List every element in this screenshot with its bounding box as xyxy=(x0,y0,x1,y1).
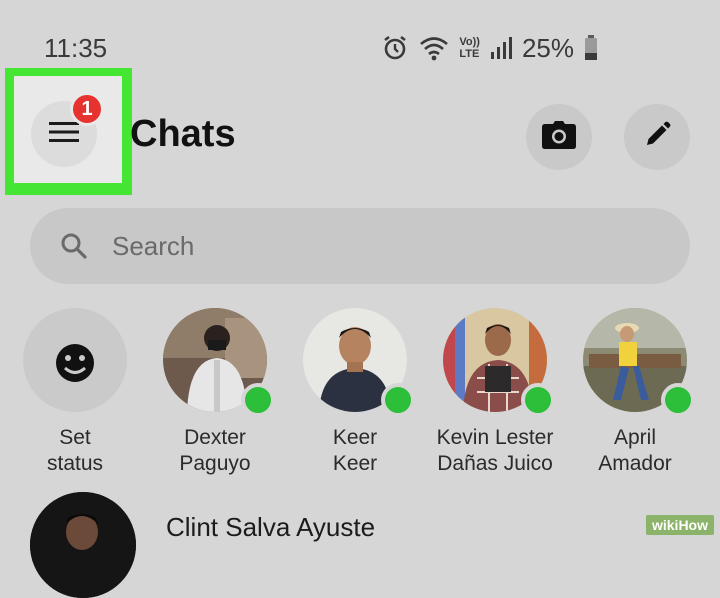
lte-label: LTE xyxy=(459,48,480,60)
search-icon xyxy=(60,232,88,265)
volte-lte-icon: Vo)) LTE xyxy=(459,36,480,60)
smiley-icon xyxy=(56,344,94,382)
signal-icon xyxy=(490,36,512,60)
avatar xyxy=(30,492,136,598)
online-indicator xyxy=(241,383,275,417)
story-name-line2: Dañas Juico xyxy=(437,452,553,475)
alarm-icon xyxy=(381,34,409,62)
wifi-icon xyxy=(419,35,449,61)
status-time: 11:35 xyxy=(44,33,108,63)
story-name-line2: Amador xyxy=(598,452,672,475)
story-name-line1: Keer xyxy=(332,426,378,449)
story-name-line1: April xyxy=(613,426,656,449)
set-status-circle xyxy=(23,308,127,412)
story-name-line2: status xyxy=(46,452,104,475)
story-label: April Amador xyxy=(563,425,707,477)
battery-percent: 25% xyxy=(521,32,574,63)
story-name-line1: Set xyxy=(59,426,91,449)
wikihow-watermark: wikiHow xyxy=(645,515,714,535)
online-indicator xyxy=(381,383,415,417)
volte-label: Vo)) xyxy=(459,36,480,48)
camera-icon xyxy=(542,120,576,154)
story-name-line2: Paguyo xyxy=(179,452,251,475)
hamburger-icon xyxy=(49,121,79,148)
online-indicator xyxy=(521,383,555,417)
battery-icon xyxy=(584,35,598,61)
page-title: Chats xyxy=(130,113,236,155)
story-name-line2: Keer xyxy=(332,452,378,475)
search-input[interactable] xyxy=(112,224,652,268)
pencil-icon xyxy=(643,121,671,154)
online-indicator xyxy=(661,383,695,417)
new-message-button[interactable] xyxy=(624,104,690,170)
story-name-line1: Kevin Lester xyxy=(436,426,554,449)
camera-button[interactable] xyxy=(526,104,592,170)
story-label: Keer Keer xyxy=(283,425,427,477)
chat-list-item[interactable]: Clint Salva Ayuste xyxy=(0,490,720,598)
active-contacts-row: Set status Dexter Paguyo Keer Keer Kevin… xyxy=(0,305,720,485)
story-label: Set status xyxy=(3,425,147,477)
chat-contact-name: Clint Salva Ayuste xyxy=(166,512,376,542)
story-label: Dexter Paguyo xyxy=(143,425,287,477)
status-icons: Vo)) LTE 25% xyxy=(381,33,598,63)
notification-badge: 1 xyxy=(70,92,104,126)
story-label: Kevin Lester Dañas Juico xyxy=(423,425,567,477)
story-name-line1: Dexter xyxy=(184,426,246,449)
